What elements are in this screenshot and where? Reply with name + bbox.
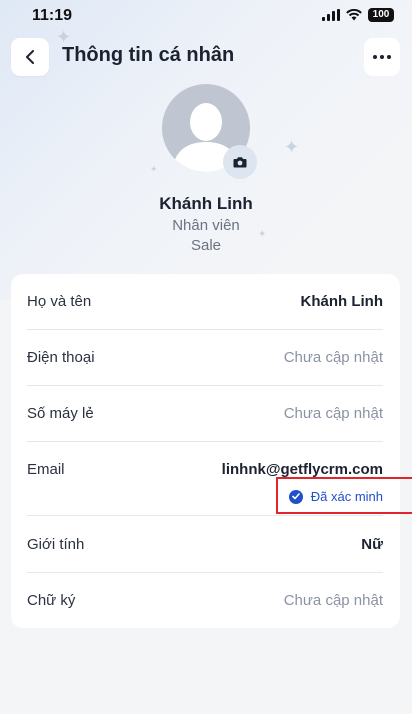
divider — [27, 441, 383, 442]
divider — [27, 572, 383, 573]
profile-department: Sale — [190, 237, 222, 254]
wifi-icon — [346, 9, 362, 21]
page-title: Thông tin cá nhân — [62, 44, 235, 66]
verified-badge: Đã xác minh — [288, 489, 383, 504]
sparkle-decoration: ✦ — [284, 137, 300, 157]
personal-info-card: Họ và tên Khánh Linh Điện thoại Chưa cập… — [11, 274, 400, 628]
battery-icon: 100 — [368, 8, 394, 22]
change-avatar-button[interactable] — [223, 145, 257, 179]
row-value: Chưa cập nhật — [283, 405, 383, 422]
row-value: Chưa cập nhật — [283, 592, 383, 609]
signal-icon — [322, 9, 340, 21]
chevron-left-icon — [26, 50, 34, 64]
camera-icon — [233, 157, 247, 168]
status-bar: 11:19 100 — [0, 0, 412, 32]
verified-label: Đã xác minh — [310, 489, 383, 504]
more-options-button[interactable] — [364, 38, 400, 76]
row-label: Email — [27, 461, 65, 478]
back-button[interactable] — [11, 38, 49, 76]
status-icons: 100 — [322, 8, 394, 22]
row-value: Nữ — [361, 536, 383, 553]
profile-role: Nhân viên — [172, 217, 240, 234]
row-label: Số máy lẻ — [27, 405, 94, 422]
more-icon — [373, 55, 391, 59]
row-label: Giới tính — [27, 536, 85, 553]
divider — [27, 385, 383, 386]
row-value: Khánh Linh — [300, 293, 384, 310]
divider — [27, 515, 383, 516]
row-label: Chữ ký — [27, 592, 76, 609]
row-label: Họ và tên — [27, 293, 92, 310]
row-label: Điện thoại — [27, 349, 95, 366]
status-time: 11:19 — [32, 7, 73, 24]
row-value: linhnk@getflycrm.com — [221, 461, 383, 478]
divider — [27, 329, 383, 330]
check-circle-icon — [288, 489, 303, 504]
profile-name: Khánh Linh — [159, 194, 253, 213]
sparkle-decoration: ✦ — [150, 164, 158, 174]
row-value: Chưa cập nhật — [283, 349, 383, 366]
